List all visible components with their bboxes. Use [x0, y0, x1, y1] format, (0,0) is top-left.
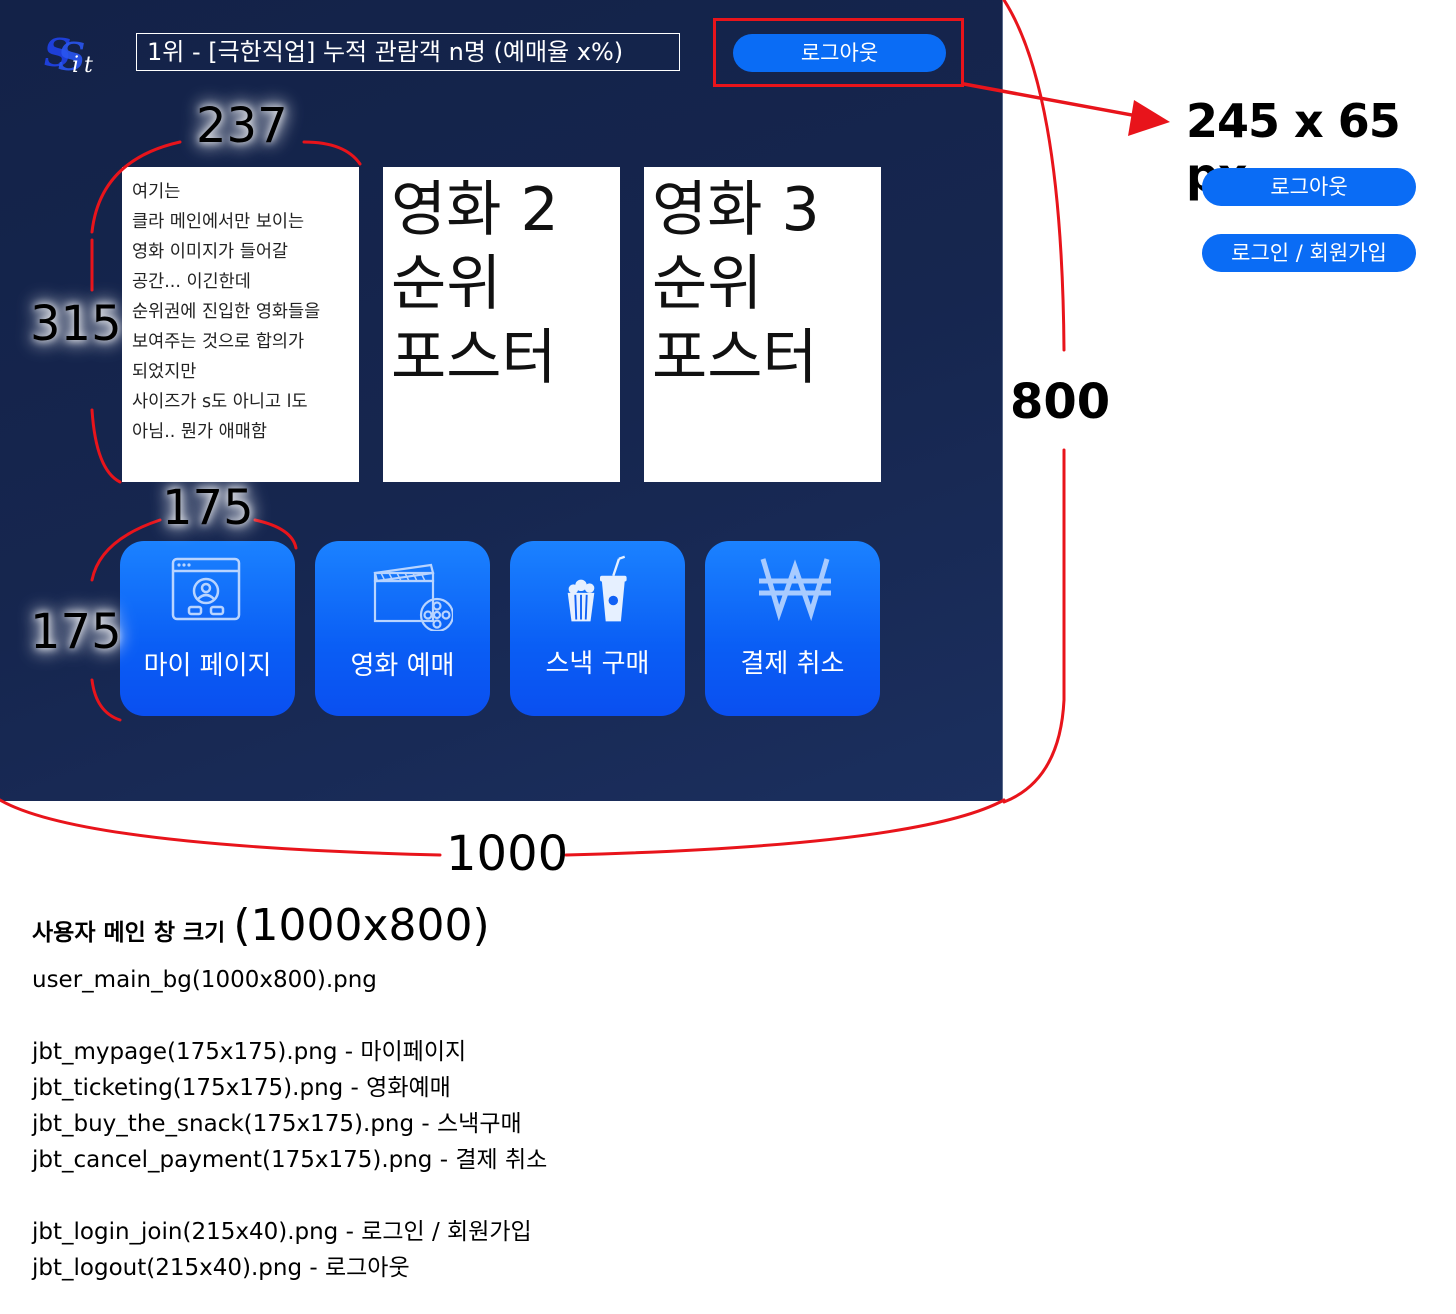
brace-tile-width-left	[90, 518, 162, 582]
notes-button-file: jbt_login_join(215x40).png - 로그인 / 회원가입	[32, 1219, 532, 1245]
logout-highlight-box	[713, 18, 964, 87]
poster-height-label: 315	[30, 296, 122, 352]
sample-login-join-button[interactable]: 로그인 / 회원가입	[1202, 234, 1416, 272]
asset-notes: 사용자 메인 창 크기 (1000x800) user_main_bg(1000…	[32, 904, 548, 1286]
notes-title-prefix: 사용자 메인 창 크기	[32, 920, 234, 946]
notes-button-file: jbt_logout(215x40).png - 로그아웃	[32, 1255, 410, 1281]
brace-tile-height-bottom	[90, 678, 122, 722]
window-height-label: 800	[1010, 374, 1111, 430]
brace-poster-width-left	[90, 140, 182, 234]
size-arrow-head	[1128, 100, 1170, 136]
brace-window-width-right	[564, 798, 1006, 857]
brace-poster-width-right	[302, 140, 362, 166]
poster-width-label: 237	[196, 98, 288, 154]
tile-width-label: 175	[162, 480, 254, 536]
brace-window-width-left	[0, 798, 442, 857]
notes-tile-file: jbt_cancel_payment(175x175).png - 결제 취소	[32, 1147, 548, 1173]
tile-height-label: 175	[30, 604, 122, 660]
sample-logout-button[interactable]: 로그아웃	[1202, 168, 1416, 206]
brace-poster-height-bottom	[90, 408, 122, 484]
notes-tile-file: jbt_ticketing(175x175).png - 영화예매	[32, 1075, 451, 1101]
notes-title-size: (1000x800)	[233, 900, 490, 951]
size-arrow-line	[962, 82, 1150, 120]
window-width-label: 1000	[446, 826, 569, 882]
brace-tile-width-right	[253, 518, 298, 550]
notes-tile-file: jbt_buy_the_snack(175x175).png - 스낵구매	[32, 1111, 522, 1137]
notes-background-file: user_main_bg(1000x800).png	[32, 967, 377, 993]
notes-title: 사용자 메인 창 크기 (1000x800)	[32, 904, 547, 962]
notes-tile-file: jbt_mypage(175x175).png - 마이페이지	[32, 1039, 467, 1065]
brace-window-height-bottom	[1002, 448, 1066, 804]
brace-window-height-top	[1002, 0, 1066, 352]
